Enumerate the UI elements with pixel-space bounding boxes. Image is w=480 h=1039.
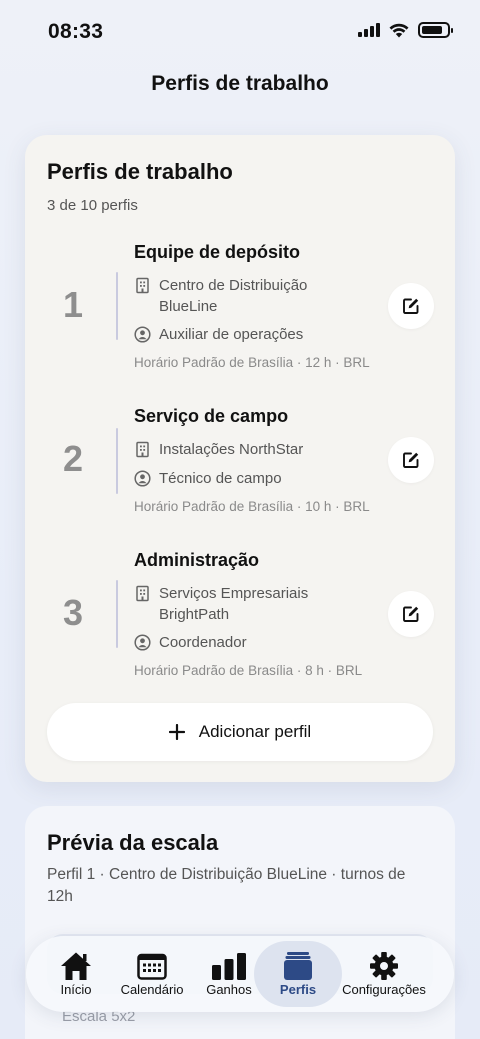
tab-label: Configurações bbox=[342, 982, 426, 997]
edit-profile-button[interactable] bbox=[388, 283, 434, 329]
profile-number: 3 bbox=[63, 592, 84, 633]
profile-meta: Horário Padrão de Brasília · 8 h · BRL bbox=[134, 663, 363, 678]
add-profile-button[interactable]: Adicionar perfil bbox=[47, 703, 433, 761]
profile-number: 1 bbox=[63, 284, 84, 325]
role-text: Auxiliar de operações bbox=[159, 326, 304, 343]
company-line-2: BrightPath bbox=[159, 606, 230, 623]
profile-number: 2 bbox=[63, 438, 84, 479]
profile-meta: Horário Padrão de Brasília · 10 h · BRL bbox=[134, 499, 370, 514]
edit-icon bbox=[403, 298, 419, 314]
person-circle-icon bbox=[134, 470, 151, 487]
tab-inicio[interactable]: Início bbox=[48, 936, 104, 1012]
tab-perfis[interactable]: Perfis bbox=[268, 936, 328, 1012]
plus-icon bbox=[168, 724, 185, 740]
profile-name: Serviço de campo bbox=[134, 406, 289, 426]
card-title: Perfis de trabalho bbox=[47, 159, 233, 184]
profile-name: Administração bbox=[134, 550, 260, 570]
preview-description: Perfil 1 · Centro de Distribuição BlueLi… bbox=[47, 866, 406, 905]
company-line-2: BlueLine bbox=[159, 298, 218, 315]
cellular-signal-icon bbox=[358, 23, 380, 37]
tab-bar: Início Calendário Ganhos Perfis Configur… bbox=[26, 936, 454, 1012]
wifi-icon bbox=[389, 23, 409, 37]
battery-icon bbox=[418, 22, 453, 38]
profile-role: Coordenador bbox=[134, 632, 247, 653]
profile-company: Instalações NorthStar bbox=[134, 439, 303, 460]
calendar-icon bbox=[137, 953, 167, 980]
profile-company: Serviços Empresariais BrightPath bbox=[134, 583, 308, 625]
tab-ganhos[interactable]: Ganhos bbox=[200, 936, 258, 1012]
profile-count: 3 de 10 perfis bbox=[47, 197, 138, 214]
preview-title: Prévia da escala bbox=[47, 830, 219, 855]
tab-label: Perfis bbox=[279, 982, 317, 997]
profile-divider bbox=[116, 428, 118, 494]
profile-role: Técnico de campo bbox=[134, 468, 282, 489]
edit-profile-button[interactable] bbox=[388, 437, 434, 483]
building-icon bbox=[136, 277, 149, 294]
tab-label: Ganhos bbox=[206, 982, 252, 997]
person-circle-icon bbox=[134, 326, 151, 343]
role-text: Técnico de campo bbox=[159, 470, 282, 487]
gear-icon bbox=[370, 952, 398, 980]
company-line-1: Instalações NorthStar bbox=[159, 441, 304, 458]
profiles-icon bbox=[284, 952, 312, 980]
profile-role: Auxiliar de operações bbox=[134, 324, 303, 345]
tab-label: Início bbox=[60, 982, 92, 997]
status-icons bbox=[358, 22, 453, 38]
add-profile-label: Adicionar perfil bbox=[198, 722, 312, 741]
home-icon bbox=[61, 952, 91, 980]
building-icon bbox=[136, 585, 149, 602]
edit-icon bbox=[403, 452, 419, 468]
tab-configuracoes[interactable]: Configurações bbox=[338, 936, 430, 1012]
profile-divider bbox=[116, 272, 118, 340]
profile-name: Equipe de depósito bbox=[134, 242, 301, 262]
tab-calendario[interactable]: Calendário bbox=[116, 936, 188, 1012]
profile-divider bbox=[116, 580, 118, 648]
company-line-1: Centro de Distribuição bbox=[159, 277, 308, 294]
status-time: 08:33 bbox=[48, 20, 104, 43]
edit-profile-button[interactable] bbox=[388, 591, 434, 637]
status-bar: 08:33 bbox=[0, 0, 480, 64]
profiles-card: Perfis de trabalho 3 de 10 perfis 1 Equi… bbox=[25, 135, 455, 782]
profile-meta: Horário Padrão de Brasília · 12 h · BRL bbox=[134, 355, 370, 370]
building-icon bbox=[136, 441, 149, 458]
company-line-1: Serviços Empresariais bbox=[159, 585, 309, 602]
person-circle-icon bbox=[134, 634, 151, 651]
profile-company: Centro de Distribuição BlueLine bbox=[134, 275, 307, 317]
tab-label: Calendário bbox=[120, 982, 184, 997]
nav-title: Perfis de trabalho bbox=[151, 72, 329, 95]
role-text: Coordenador bbox=[159, 634, 247, 651]
bar-chart-icon bbox=[212, 953, 246, 980]
edit-icon bbox=[403, 606, 419, 622]
